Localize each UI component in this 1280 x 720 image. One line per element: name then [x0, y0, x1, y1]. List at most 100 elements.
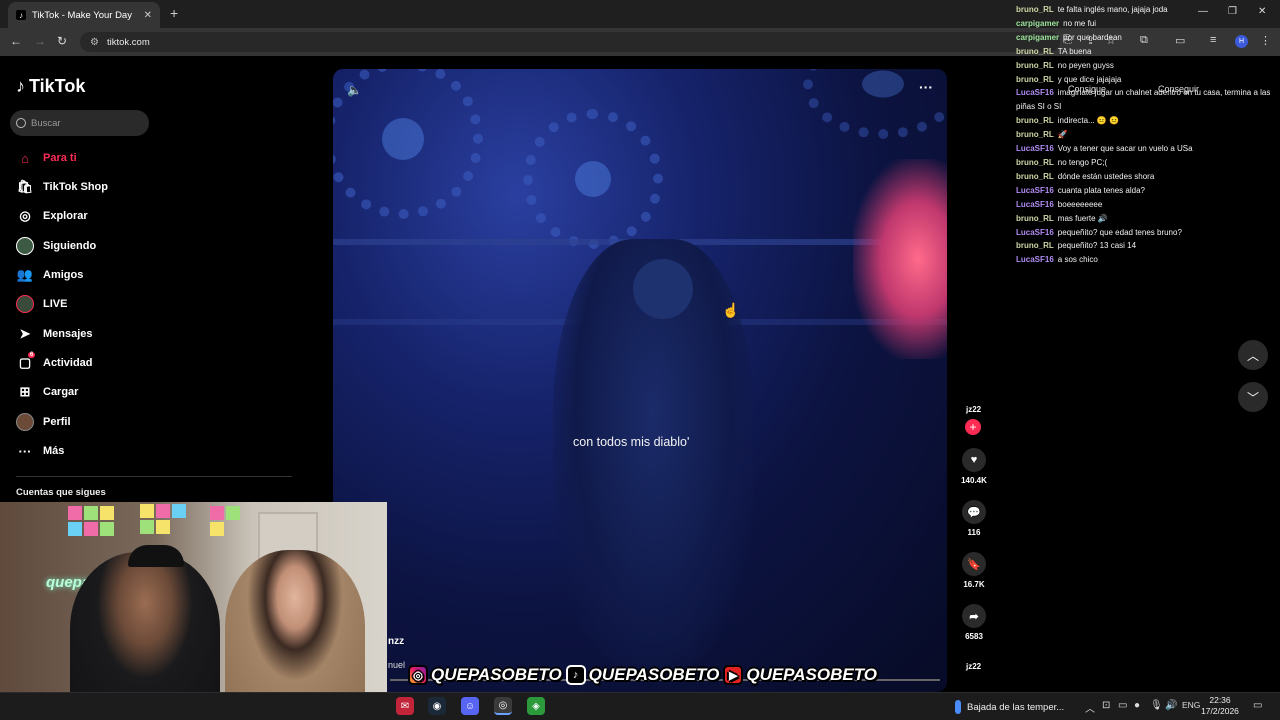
profile-avatar-icon: [16, 413, 34, 431]
video-more-icon[interactable]: ···: [919, 79, 933, 95]
site-info-icon[interactable]: ⚙: [90, 37, 99, 48]
browser-tab[interactable]: ♪ TikTok - Make Your Day ✕: [8, 2, 160, 28]
notifications-icon[interactable]: ▭: [1253, 700, 1262, 711]
system-clock[interactable]: 22:36 17/2/2026: [1200, 695, 1240, 717]
discord-icon[interactable]: ☺: [461, 697, 479, 715]
sidebar-item-label: LIVE: [43, 298, 68, 310]
video-author[interactable]: nzz: [388, 636, 404, 647]
logo-text: TikTok: [29, 76, 86, 96]
sidebar-item-siguiendo[interactable]: Siguiendo: [16, 234, 216, 258]
clock-time: 22:36: [1209, 695, 1231, 705]
sidebar-item-tiktok-shop[interactable]: 🛍 TikTok Shop: [16, 175, 216, 199]
youtube-handle: ▶ QUEPASOBETO: [723, 665, 877, 685]
next-video-button[interactable]: ﹀: [1238, 382, 1268, 412]
chat-username: bruno_RL: [1016, 116, 1054, 126]
tiktok-logo[interactable]: ♪ TikTok: [16, 76, 85, 97]
chat-message: bruno_RL TA buena: [1016, 45, 1276, 59]
search-placeholder: Buscar: [31, 117, 61, 129]
reload-icon[interactable]: ↻: [57, 34, 67, 48]
search-input[interactable]: Buscar: [10, 110, 149, 136]
chat-text: no tengo PC;(: [1057, 157, 1108, 167]
comment-button[interactable]: 💬 116: [955, 500, 993, 537]
chat-text: cuanta plata tenes alda?: [1057, 185, 1145, 195]
chat-username: carpigamer: [1016, 18, 1060, 28]
back-icon[interactable]: ←: [10, 34, 22, 48]
sidebar-item-mas[interactable]: ··· Más: [16, 439, 216, 463]
weather-widget[interactable]: Bajada de las temper...: [955, 700, 1064, 714]
tray-app-icon[interactable]: ⊡: [1102, 700, 1110, 711]
forward-icon[interactable]: →: [34, 34, 46, 48]
chat-username: bruno_RL: [1016, 130, 1054, 140]
chat-message: bruno_RL pequeñito? 13 casi 14: [1016, 239, 1276, 253]
share-count: 6583: [965, 632, 983, 641]
chat-username: bruno_RL: [1016, 157, 1054, 167]
chrome-icon[interactable]: ◎: [494, 697, 512, 715]
share-button[interactable]: ➦ 6583: [955, 604, 993, 641]
creator-handle[interactable]: jz22: [966, 405, 981, 414]
network-icon[interactable]: ▭: [1118, 700, 1127, 711]
share-arrow-icon: ➦: [962, 604, 986, 628]
save-count: 16.7K: [963, 580, 985, 589]
close-tab-icon[interactable]: ✕: [144, 10, 152, 21]
sidebar-item-para-ti[interactable]: ⌂ Para ti: [16, 146, 216, 170]
social-handles-bar: ◎ QUEPASOBETO ♪ QUEPASOBETO ▶ QUEPASOBET…: [408, 662, 877, 688]
more-icon: ···: [18, 443, 32, 459]
follow-button[interactable]: +: [965, 419, 981, 435]
address-bar[interactable]: ⚙ tiktok.com: [80, 32, 1060, 52]
chat-text: boeeeeeeee: [1057, 199, 1103, 209]
sidebar-item-actividad[interactable]: ▢ 6 Actividad: [16, 351, 216, 375]
tray-chevron-icon[interactable]: ︿: [1085, 700, 1095, 715]
chat-text: pequeñito? 13 casi 14: [1057, 241, 1137, 251]
chat-message: bruno_RL no tengo PC;(: [1016, 156, 1276, 170]
chevron-down-icon: ﹀: [1246, 390, 1259, 405]
chat-message: LucaSF16 Voy a tener que sacar un vuelo a…: [1016, 142, 1276, 156]
sidebar-item-label: Explorar: [43, 210, 88, 222]
next-creator-handle[interactable]: jz22: [966, 662, 981, 671]
like-button[interactable]: ♥ 140.4K: [955, 448, 993, 485]
sidebar-item-label: Siguiendo: [43, 240, 97, 252]
chat-text: te falta inglés mano, jajaja joda: [1057, 5, 1168, 14]
weather-text: Bajada de las temper...: [967, 701, 1065, 713]
sidebar-item-perfil[interactable]: Perfil: [16, 410, 216, 434]
sidebar-item-label: Cargar: [43, 386, 79, 398]
sidebar-item-label: Amigos: [43, 269, 84, 281]
language-indicator[interactable]: ENG: [1182, 700, 1200, 710]
sidebar-item-live[interactable]: LIVE: [16, 292, 216, 316]
video-player[interactable]: 🔈 ··· con todos mis diablo': [333, 69, 947, 692]
compass-icon: ◎: [19, 208, 31, 223]
sidebar-item-cargar[interactable]: ⊞ Cargar: [16, 380, 216, 404]
save-button[interactable]: 🔖 16.7K: [955, 552, 993, 589]
tiktok-handle: ♪ QUEPASOBETO: [565, 665, 719, 685]
inbox-icon: ▢ 6: [18, 352, 36, 370]
chat-text: no me fui: [1063, 18, 1097, 28]
microphone-icon[interactable]: 🎙: [1150, 700, 1163, 711]
chat-username: bruno_RL: [1016, 171, 1054, 181]
mail-app-icon[interactable]: ✉: [396, 697, 414, 715]
chat-message: bruno_RL no peyen guyss: [1016, 59, 1276, 73]
sidebar-item-label: Perfil: [43, 416, 71, 428]
sidebar-item-mensajes[interactable]: ➤ Mensajes: [16, 322, 216, 346]
chat-text: mas fuerte 🔊: [1057, 213, 1108, 223]
sidebar-divider: [16, 476, 292, 477]
green-app-icon[interactable]: ◈: [527, 697, 545, 715]
steam-icon[interactable]: ◉: [428, 697, 446, 715]
chat-text: TA buena: [1057, 46, 1092, 56]
chat-username: bruno_RL: [1016, 241, 1054, 251]
sidebar-item-label: Mensajes: [43, 328, 93, 340]
sidebar-item-explorar[interactable]: ◎ Explorar: [16, 204, 216, 228]
previous-video-button[interactable]: ︿: [1238, 340, 1268, 370]
home-icon: ⌂: [21, 150, 29, 166]
instagram-handle: ◎ QUEPASOBETO: [408, 665, 562, 685]
tray-red-icon[interactable]: ●: [1134, 700, 1140, 711]
shop-icon: 🛍: [16, 179, 34, 194]
chat-text: a sos chico: [1057, 255, 1098, 265]
volume-icon[interactable]: 🔈: [347, 83, 362, 97]
sidebar-item-amigos[interactable]: 👥 Amigos: [16, 263, 216, 287]
friends-icon: 👥: [16, 267, 34, 282]
stage-light: [853, 159, 947, 359]
new-tab-button[interactable]: +: [170, 5, 178, 21]
volume-tray-icon[interactable]: 🔊: [1165, 700, 1177, 711]
chat-message: bruno_RL dónde están ustedes shora: [1016, 170, 1276, 184]
chat-message: LucaSF16 pequeñito? que edad tenes bruno?: [1016, 226, 1276, 240]
chat-text: no peyen guyss: [1057, 60, 1114, 70]
